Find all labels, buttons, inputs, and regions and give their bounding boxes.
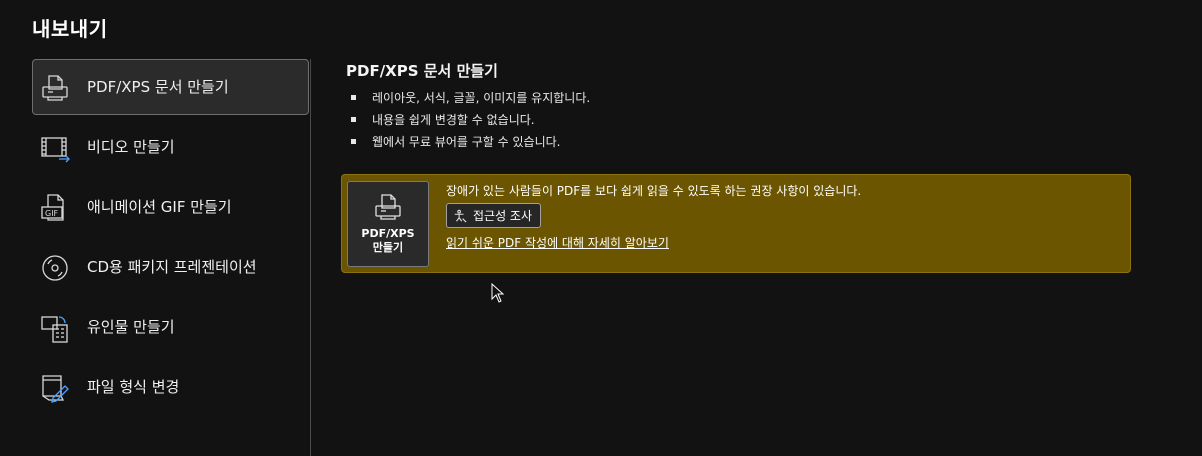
nav-item-label: CD용 패키지 프레젠테이션 bbox=[87, 258, 257, 276]
accessibility-banner: PDF/XPS 만들기 장애가 있는 사람들이 PDF를 보다 쉽게 읽을 수 … bbox=[341, 174, 1131, 273]
pdf-document-icon bbox=[42, 75, 68, 101]
cd-package-icon bbox=[42, 255, 68, 281]
list-item: 웹에서 무료 뷰어를 구할 수 있습니다. bbox=[346, 131, 1146, 153]
export-options-nav: PDF/XPS 문서 만들기 비디오 만들기 GIF 애니메이션 GIF 만들기 bbox=[32, 59, 309, 419]
mouse-cursor-icon bbox=[491, 283, 505, 303]
section-title: PDF/XPS 문서 만들기 bbox=[346, 62, 498, 80]
page-title: 내보내기 bbox=[32, 17, 108, 41]
check-accessibility-label: 접근성 조사 bbox=[473, 209, 533, 223]
list-item: 내용을 쉽게 변경할 수 없습니다. bbox=[346, 109, 1146, 131]
handout-icon bbox=[41, 316, 68, 343]
video-icon bbox=[41, 137, 70, 163]
nav-divider bbox=[310, 59, 311, 456]
feature-list: 레이아웃, 서식, 글꼴, 이미지를 유지합니다. 내용을 쉽게 변경할 수 없… bbox=[346, 87, 1146, 153]
nav-item-label: 파일 형식 변경 bbox=[87, 378, 180, 396]
create-pdf-xps-button[interactable]: PDF/XPS 만들기 bbox=[347, 181, 429, 267]
change-file-type-icon bbox=[42, 375, 69, 403]
gif-icon: GIF bbox=[41, 194, 64, 221]
learn-more-link[interactable]: 읽기 쉬운 PDF 작성에 대해 자세히 알아보기 bbox=[446, 234, 669, 251]
pdf-xps-details: PDF/XPS 문서 만들기 레이아웃, 서식, 글꼴, 이미지를 유지합니다.… bbox=[346, 60, 1146, 153]
nav-item-package-cd[interactable]: CD용 패키지 프레젠테이션 bbox=[32, 239, 309, 295]
check-accessibility-button[interactable]: 접근성 조사 bbox=[446, 203, 542, 228]
nav-item-create-video[interactable]: 비디오 만들기 bbox=[32, 119, 309, 175]
nav-item-label: 비디오 만들기 bbox=[87, 138, 175, 156]
accessibility-message: 장애가 있는 사람들이 PDF를 보다 쉽게 읽을 수 있도록 하는 권장 사항… bbox=[446, 184, 862, 198]
accessibility-icon bbox=[454, 209, 467, 223]
nav-item-label: 애니메이션 GIF 만들기 bbox=[87, 198, 232, 216]
nav-item-label: 유인물 만들기 bbox=[87, 318, 175, 336]
nav-item-change-file-type[interactable]: 파일 형식 변경 bbox=[32, 359, 309, 415]
create-button-label: PDF/XPS 만들기 bbox=[361, 227, 415, 254]
pdf-document-icon bbox=[375, 194, 401, 220]
svg-text:GIF: GIF bbox=[45, 209, 59, 218]
nav-item-label: PDF/XPS 문서 만들기 bbox=[87, 78, 229, 96]
nav-item-create-handouts[interactable]: 유인물 만들기 bbox=[32, 299, 309, 355]
nav-item-create-pdf-xps[interactable]: PDF/XPS 문서 만들기 bbox=[32, 59, 309, 115]
list-item: 레이아웃, 서식, 글꼴, 이미지를 유지합니다. bbox=[346, 87, 1146, 109]
nav-item-create-gif[interactable]: GIF 애니메이션 GIF 만들기 bbox=[32, 179, 309, 235]
